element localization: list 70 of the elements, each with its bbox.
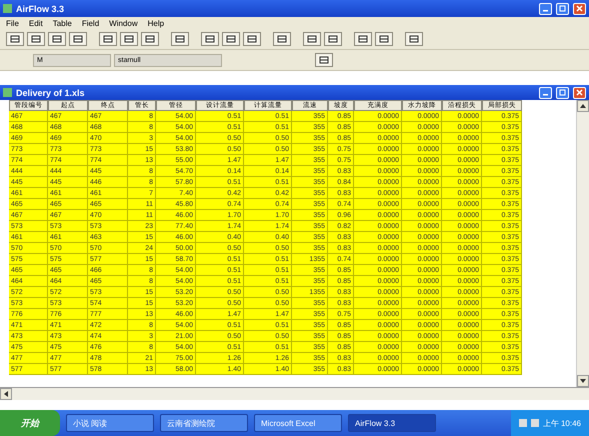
grid-icon xyxy=(319,56,329,64)
menu-item[interactable]: File xyxy=(6,18,19,28)
toolbar-button[interactable] xyxy=(120,32,138,46)
menu-item[interactable]: Edit xyxy=(28,18,43,28)
toolbar-button[interactable] xyxy=(405,32,423,46)
minimize-button[interactable] xyxy=(539,2,552,14)
maximize-icon xyxy=(559,89,566,96)
toolbar-button[interactable] xyxy=(48,32,66,46)
grid-icon xyxy=(307,35,317,43)
window-title: AirFlow 3.3 xyxy=(16,4,66,14)
scroll-left-button[interactable] xyxy=(0,388,12,400)
down-arrow-icon xyxy=(580,379,586,383)
maximize-icon xyxy=(559,5,566,12)
toolbar-button[interactable] xyxy=(6,32,24,46)
minimize-button[interactable] xyxy=(539,86,552,98)
toolbar-button[interactable] xyxy=(354,32,372,46)
grid-icon xyxy=(226,35,236,43)
start-button[interactable]: 开始 xyxy=(0,410,60,436)
document-icon xyxy=(3,88,12,97)
grid-icon xyxy=(205,35,215,43)
close-icon xyxy=(576,5,583,12)
menu-item[interactable]: Window xyxy=(109,18,138,28)
menu-item[interactable]: Help xyxy=(148,18,164,28)
close-button[interactable] xyxy=(573,2,586,14)
grid-icon xyxy=(10,35,20,43)
toolbar-button[interactable] xyxy=(27,32,45,46)
toolbar-button[interactable] xyxy=(171,32,189,46)
toolbar-button[interactable] xyxy=(201,32,219,46)
grid-icon xyxy=(358,35,368,43)
grid-icon xyxy=(379,35,389,43)
grid-icon xyxy=(73,35,83,43)
toolbar-button[interactable] xyxy=(243,32,261,46)
toolbar-button[interactable] xyxy=(324,32,342,46)
grid-icon xyxy=(145,35,155,43)
clock: 上午 10:46 xyxy=(542,418,581,428)
toolbar-button[interactable] xyxy=(222,32,240,46)
maximize-button[interactable] xyxy=(556,2,569,14)
grid-icon xyxy=(52,35,62,43)
app-icon xyxy=(3,4,12,13)
toolbar-button[interactable] xyxy=(99,32,117,46)
menu-item[interactable]: Table xyxy=(52,18,72,28)
toolbar-button[interactable] xyxy=(375,32,393,46)
grid-icon xyxy=(31,35,41,43)
document-title: Delivery of 1.xls xyxy=(16,88,86,98)
grid-icon xyxy=(103,35,113,43)
grid-icon xyxy=(124,35,134,43)
grid-icon xyxy=(409,35,419,43)
scroll-down-button[interactable] xyxy=(577,375,589,387)
toolbar-button[interactable] xyxy=(273,32,291,46)
toolbar-button[interactable] xyxy=(315,53,333,67)
grid-icon xyxy=(175,35,185,43)
left-arrow-icon xyxy=(4,391,8,397)
up-arrow-icon xyxy=(580,104,586,108)
toolbar-button[interactable] xyxy=(141,32,159,46)
taskbar-item[interactable]: Microsoft Excel xyxy=(254,414,342,432)
vertical-scrollbar[interactable] xyxy=(576,100,589,387)
close-icon xyxy=(576,89,583,96)
maximize-button[interactable] xyxy=(556,86,569,98)
grid-icon xyxy=(328,35,338,43)
grid-icon xyxy=(247,35,257,43)
taskbar-item[interactable]: AirFlow 3.3 xyxy=(348,414,436,432)
horizontal-scrollbar[interactable] xyxy=(0,387,589,400)
toolbar-button[interactable] xyxy=(69,32,87,46)
toolbar-button[interactable] xyxy=(303,32,321,46)
menu-item[interactable]: Field xyxy=(82,18,100,28)
taskbar-item[interactable]: 云南省测绘院 xyxy=(160,414,248,432)
close-button[interactable] xyxy=(573,86,586,98)
grid-icon xyxy=(277,35,287,43)
scroll-up-button[interactable] xyxy=(577,100,589,112)
taskbar-item[interactable]: 小说 阅读 xyxy=(66,414,154,432)
